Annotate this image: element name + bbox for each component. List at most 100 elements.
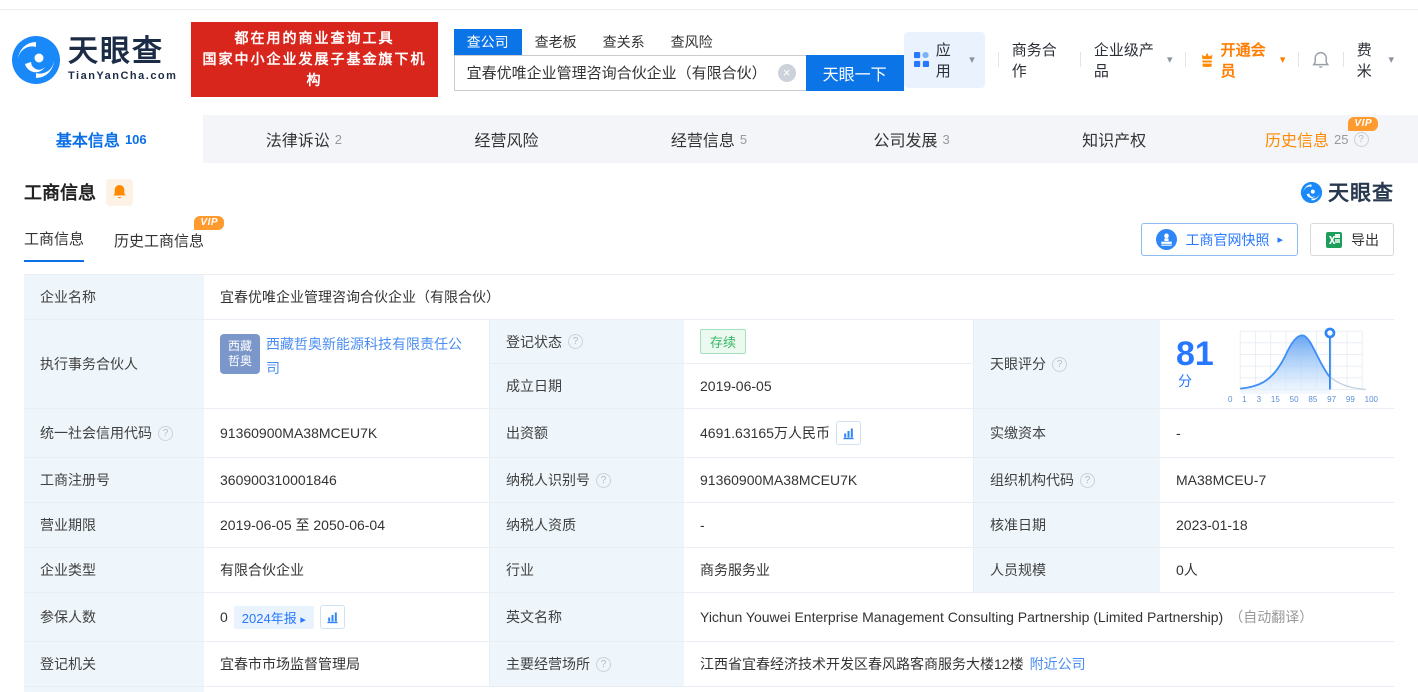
search-tab-relation[interactable]: 查关系 bbox=[590, 29, 658, 55]
help-icon[interactable]: ? bbox=[1354, 132, 1369, 147]
field-label: 登记状态 bbox=[506, 332, 562, 352]
capital-value: 4691.63165万人民币 bbox=[700, 423, 830, 443]
tab-intellectual-property[interactable]: 知识产权 bbox=[1013, 115, 1216, 163]
nav-divider bbox=[1298, 52, 1299, 67]
top-navbar: 天眼查 TianYanCha.com 都在用的商业查询工具 国家中小企业发展子基… bbox=[0, 10, 1418, 111]
enterprise-label: 企业级产品 bbox=[1094, 39, 1162, 81]
apps-menu[interactable]: 应用 ▾ bbox=[904, 32, 985, 88]
bar-chart-icon bbox=[842, 427, 855, 440]
main-site-cell: 江西省宜春经济技术开发区春风路客商服务大楼12楼 附近公司 bbox=[684, 642, 1394, 686]
main-site-value: 江西省宜春经济技术开发区春风路客商服务大楼12楼 bbox=[700, 654, 1024, 674]
stamp-icon bbox=[1156, 229, 1177, 250]
score-marker-pin bbox=[1326, 329, 1334, 337]
partner-logo-line1: 西藏 bbox=[228, 339, 252, 354]
nearby-companies-link[interactable]: 附近公司 bbox=[1030, 654, 1086, 674]
tab-history-info[interactable]: VIP 历史信息 25 ? bbox=[1215, 115, 1418, 163]
subscribe-bell-button[interactable] bbox=[106, 179, 133, 206]
promo-line-1: 都在用的商业查询工具 bbox=[201, 28, 427, 49]
table-row: 登记机关 宜春市市场监督管理局 主要经营场所 ? 江西省宜春经济技术开发区春风路… bbox=[24, 642, 1394, 687]
chevron-down-icon: ▾ bbox=[1280, 53, 1286, 66]
annual-report-label: 2024年报 bbox=[242, 611, 297, 626]
tab-label: 经营风险 bbox=[474, 127, 538, 151]
status-badge: 存续 bbox=[700, 329, 746, 354]
field-label: 纳税人资质 bbox=[490, 503, 684, 547]
staff-size-value: 0人 bbox=[1160, 548, 1394, 592]
nav-enterprise-products[interactable]: 企业级产品 ▾ bbox=[1094, 39, 1173, 81]
field-label-group: 主要经营场所 ? bbox=[490, 642, 684, 686]
chevron-down-icon: ▾ bbox=[1388, 53, 1394, 66]
tianyancha-swirl-icon bbox=[10, 34, 62, 86]
tab-basic-info[interactable]: 基本信息 106 bbox=[0, 115, 203, 163]
field-label: 天眼评分 bbox=[990, 354, 1046, 374]
field-label-group: 登记状态 ? bbox=[490, 320, 684, 364]
nav-open-vip[interactable]: 开通会员 ▾ bbox=[1199, 39, 1285, 81]
table-row: 统一社会信用代码 ? 91360900MA38MCEU7K 出资额 4691.6… bbox=[24, 409, 1394, 458]
excel-icon bbox=[1325, 231, 1343, 249]
field-label-group: 纳税人识别号 ? bbox=[490, 458, 684, 502]
tianyancha-logo[interactable]: 天眼查 TianYanCha.com bbox=[10, 34, 177, 86]
search-tab-company[interactable]: 查公司 bbox=[454, 29, 522, 55]
help-icon[interactable]: ? bbox=[158, 426, 173, 441]
partner-logo-line2: 哲奥 bbox=[228, 354, 252, 369]
company-section-tabbar: 基本信息 106 法律诉讼 2 经营风险 经营信息 5 公司发展 3 知识产权 … bbox=[0, 115, 1418, 163]
search-tab-boss[interactable]: 查老板 bbox=[522, 29, 590, 55]
nav-cooperation[interactable]: 商务合作 bbox=[1012, 39, 1067, 81]
partner-logo[interactable]: 西藏 哲奥 bbox=[220, 334, 260, 374]
field-label: 主要经营场所 bbox=[506, 654, 590, 674]
logo-brand-cn: 天眼查 bbox=[68, 37, 177, 67]
table-row: 企业类型 有限合伙企业 行业 商务服务业 人员规模 0人 bbox=[24, 548, 1394, 593]
search-tabs: 查公司 查老板 查关系 查风险 bbox=[454, 29, 904, 55]
notification-bell-icon[interactable] bbox=[1312, 50, 1329, 70]
nav-divider bbox=[998, 52, 999, 67]
clear-search-icon[interactable]: × bbox=[778, 64, 796, 82]
help-icon[interactable]: ? bbox=[1052, 357, 1067, 372]
main-content: 工商信息 天眼查 工商信息 VIP 历史工商信息 bbox=[0, 163, 1418, 692]
tab-business-risk[interactable]: 经营风险 bbox=[405, 115, 608, 163]
vip-badge: VIP bbox=[194, 216, 224, 230]
search-input[interactable] bbox=[454, 55, 806, 91]
tab-count: 3 bbox=[942, 132, 949, 147]
table-row: 工商注册号 360900310001846 纳税人识别号 ? 91360900M… bbox=[24, 458, 1394, 503]
nav-divider bbox=[1343, 52, 1344, 67]
help-icon[interactable]: ? bbox=[596, 473, 611, 488]
tab-legal-litigation[interactable]: 法律诉讼 2 bbox=[203, 115, 406, 163]
tab-business-info[interactable]: 经营信息 5 bbox=[608, 115, 811, 163]
insured-count-cell: 0 2024年报 ▸ bbox=[204, 593, 490, 641]
capital-trend-icon[interactable] bbox=[836, 421, 861, 445]
paid-capital-value: - bbox=[1160, 409, 1394, 457]
export-button[interactable]: 导出 bbox=[1310, 223, 1394, 256]
field-label: 核准日期 bbox=[974, 503, 1160, 547]
section-actions: 工商官网快照 ▸ 导出 bbox=[1141, 223, 1394, 262]
partner-company-link[interactable]: 西藏哲奥新能源科技有限责任公司 bbox=[266, 332, 473, 380]
bar-chart-icon bbox=[326, 611, 339, 624]
tianyan-score-cell[interactable]: 81分 bbox=[1160, 320, 1394, 408]
snapshot-label: 工商官网快照 bbox=[1185, 230, 1269, 250]
table-row: 参保人数 0 2024年报 ▸ 英文名称 Yichun bbox=[24, 593, 1394, 642]
export-label: 导出 bbox=[1351, 230, 1379, 250]
tab-company-development[interactable]: 公司发展 3 bbox=[810, 115, 1013, 163]
taxpayer-qualification-value: - bbox=[684, 503, 974, 547]
watermark-brand-text: 天眼查 bbox=[1328, 177, 1394, 207]
tab-count: 25 bbox=[1334, 132, 1348, 147]
score-distribution-chart: 01 315 5085 9799 100 bbox=[1228, 324, 1378, 404]
registration-table: 企业名称 宜春优唯企业管理咨询合伙企业（有限合伙） 执行事务合伙人 西藏 哲奥 … bbox=[24, 274, 1394, 692]
subtab-history-registration[interactable]: VIP 历史工商信息 bbox=[114, 230, 204, 262]
subtab-business-registration[interactable]: 工商信息 bbox=[24, 228, 84, 262]
promo-line-2: 国家中小企业发展子基金旗下机构 bbox=[201, 49, 427, 91]
help-icon[interactable]: ? bbox=[568, 334, 583, 349]
insured-trend-icon[interactable] bbox=[320, 605, 345, 629]
official-snapshot-button[interactable]: 工商官网快照 ▸ bbox=[1141, 223, 1298, 256]
help-icon[interactable]: ? bbox=[596, 657, 611, 672]
score-curve bbox=[1228, 324, 1378, 394]
search-tab-risk[interactable]: 查风险 bbox=[658, 29, 726, 55]
field-label: 行业 bbox=[490, 548, 684, 592]
tab-count: 2 bbox=[335, 132, 342, 147]
auto-translate-note: （自动翻译） bbox=[1229, 607, 1313, 627]
score-unit: 分 bbox=[1178, 373, 1192, 389]
search-button[interactable]: 天眼一下 bbox=[806, 55, 904, 91]
annual-report-badge[interactable]: 2024年报 ▸ bbox=[234, 606, 314, 629]
nav-user-menu[interactable]: 费米 ▾ bbox=[1357, 39, 1394, 81]
help-icon[interactable]: ? bbox=[1080, 473, 1095, 488]
business-scope-value: 投资新能源汽车产业；企业管理咨询服务。(依法须经批准的项目,经相关部门批准后方可… bbox=[204, 687, 1394, 692]
established-date-value: 2019-06-05 bbox=[684, 364, 974, 408]
